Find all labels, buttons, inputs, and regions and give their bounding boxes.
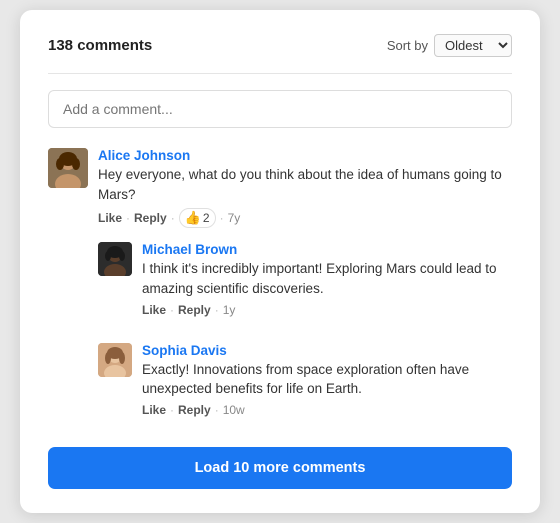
sort-by-label: Sort by (387, 38, 428, 53)
reply-link-michael[interactable]: Reply (178, 303, 211, 317)
comment-text-sophia: Exactly! Innovations from space explorat… (142, 360, 512, 399)
avatar-sophia (98, 343, 132, 377)
comment-sophia: Sophia Davis Exactly! Innovations from s… (98, 343, 512, 417)
comment-input-row (48, 90, 512, 128)
comment-actions-alice: Like · Reply · 👍 2 · 7y (98, 208, 512, 228)
comments-header: 138 comments Sort by Oldest Newest Top (48, 34, 512, 57)
comment-input[interactable] (48, 90, 512, 128)
sort-by-container: Sort by Oldest Newest Top (387, 34, 512, 57)
replies-container: Michael Brown I think it's incredibly im… (98, 242, 512, 430)
username-alice: Alice Johnson (98, 148, 512, 163)
username-sophia: Sophia Davis (142, 343, 512, 358)
comment-michael: Michael Brown I think it's incredibly im… (98, 242, 512, 316)
comment-body-michael: Michael Brown I think it's incredibly im… (142, 242, 512, 316)
comment-text-michael: I think it's incredibly important! Explo… (142, 259, 512, 298)
comment-alice: Alice Johnson Hey everyone, what do you … (48, 148, 512, 228)
username-michael: Michael Brown (142, 242, 512, 257)
reply-link-alice[interactable]: Reply (134, 211, 167, 225)
like-link-sophia[interactable]: Like (142, 403, 166, 417)
comments-list: Alice Johnson Hey everyone, what do you … (48, 148, 512, 438)
load-more-button[interactable]: Load 10 more comments (48, 447, 512, 489)
avatar-alice (48, 148, 88, 188)
sort-select[interactable]: Oldest Newest Top (434, 34, 512, 57)
avatar-michael (98, 242, 132, 276)
header-divider (48, 73, 512, 74)
like-link-alice[interactable]: Like (98, 211, 122, 225)
like-badge-alice: 👍 2 (179, 208, 216, 228)
comment-body-alice: Alice Johnson Hey everyone, what do you … (98, 148, 512, 228)
reply-link-sophia[interactable]: Reply (178, 403, 211, 417)
time-sophia: 10w (223, 403, 245, 417)
comments-card: 138 comments Sort by Oldest Newest Top (20, 10, 540, 512)
like-link-michael[interactable]: Like (142, 303, 166, 317)
thumbs-up-icon: 👍 (185, 210, 201, 226)
comment-text-alice: Hey everyone, what do you think about th… (98, 165, 512, 204)
like-count-alice: 2 (203, 211, 210, 225)
time-michael: 1y (223, 303, 236, 317)
comments-count: 138 comments (48, 37, 152, 54)
comment-actions-michael: Like · Reply · 1y (142, 303, 512, 317)
time-alice: 7y (228, 211, 241, 225)
comment-actions-sophia: Like · Reply · 10w (142, 403, 512, 417)
comment-body-sophia: Sophia Davis Exactly! Innovations from s… (142, 343, 512, 417)
